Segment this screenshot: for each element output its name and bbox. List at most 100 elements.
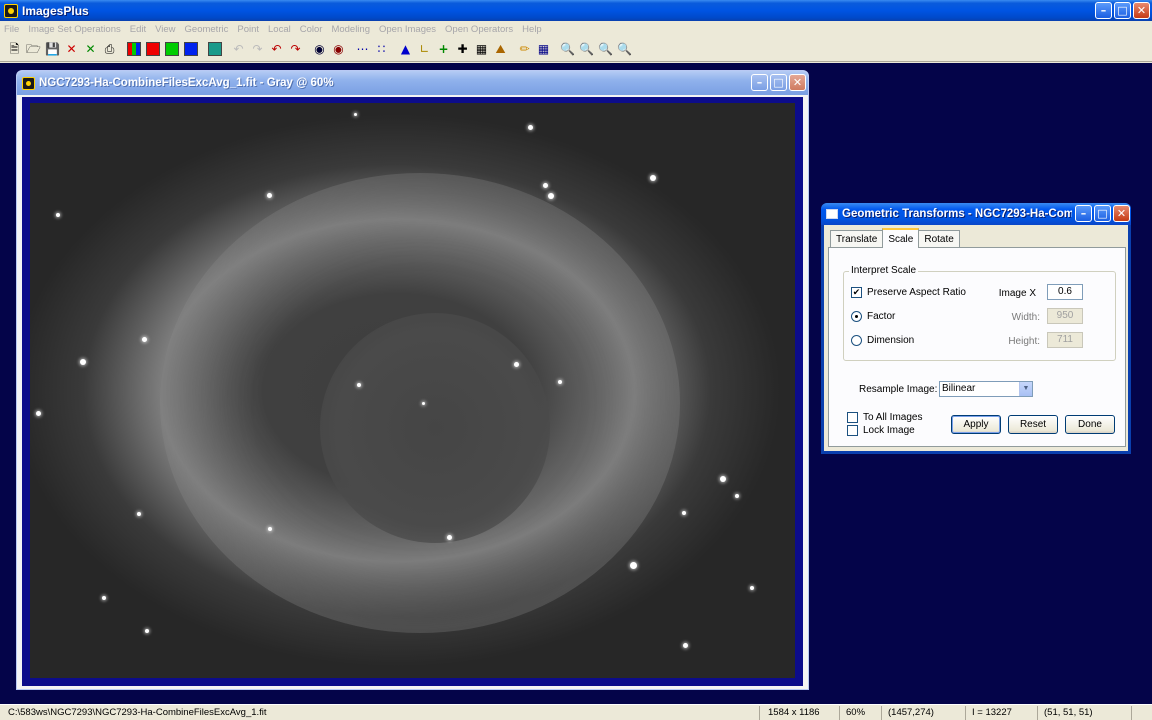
radio-selected-icon[interactable]: [851, 311, 862, 322]
star: [137, 512, 141, 516]
maximize-icon[interactable]: □: [1094, 205, 1111, 222]
minimize-icon[interactable]: –: [1075, 205, 1092, 222]
checkbox-unchecked-icon[interactable]: [847, 412, 858, 423]
nebula-image[interactable]: [30, 103, 795, 678]
close-image-icon[interactable]: ✕: [63, 41, 80, 58]
tab-rotate[interactable]: Rotate: [918, 230, 960, 247]
lock-image-checkbox[interactable]: Lock Image: [847, 425, 915, 436]
dimension-label: Dimension: [867, 335, 915, 346]
star: [422, 402, 425, 405]
open-folder-icon[interactable]: 🗁: [25, 41, 42, 58]
star: [102, 596, 106, 600]
image-icon[interactable]: ⛰: [492, 41, 509, 58]
preserve-aspect-checkbox[interactable]: ✔ Preserve Aspect Ratio: [851, 287, 966, 298]
menu-point[interactable]: Point: [237, 24, 259, 35]
status-cursor: (1457,274): [884, 706, 966, 720]
menu-image-set-operations[interactable]: Image Set Operations: [28, 24, 120, 35]
tab-translate[interactable]: Translate: [830, 230, 884, 247]
axis-icon[interactable]: ∟: [416, 41, 433, 58]
histogram-icon[interactable]: ◉: [311, 41, 328, 58]
star: [80, 359, 86, 365]
undo-icon[interactable]: ↶: [268, 41, 285, 58]
menu-geometric[interactable]: Geometric: [185, 24, 229, 35]
to-all-images-checkbox[interactable]: To All Images: [847, 412, 922, 423]
print-icon[interactable]: ⎙: [101, 41, 118, 58]
scatter-icon[interactable]: ∷: [373, 41, 390, 58]
star: [354, 113, 357, 116]
star: [735, 494, 739, 498]
app-titlebar: ImagesPlus – □ ✕: [0, 0, 1152, 21]
tab-scale[interactable]: Scale: [882, 228, 920, 248]
menu-view[interactable]: View: [155, 24, 175, 35]
new-file-icon[interactable]: 🗎: [6, 41, 23, 58]
close-icon[interactable]: ✕: [1113, 205, 1130, 222]
star: [447, 535, 452, 540]
zoom-icon[interactable]: 🔍: [559, 41, 576, 58]
checkbox-checked-icon[interactable]: ✔: [851, 287, 862, 298]
menu-modeling[interactable]: Modeling: [331, 24, 370, 35]
star: [514, 362, 519, 367]
green-channel-icon[interactable]: [163, 41, 180, 58]
maximize-icon[interactable]: □: [1114, 2, 1131, 19]
tab-strip: Translate Scale Rotate: [830, 228, 960, 248]
image-window-titlebar[interactable]: NGC7293-Ha-CombineFilesExcAvg_1.fit - Gr…: [17, 71, 808, 95]
resample-select[interactable]: Bilinear ▼: [939, 381, 1033, 397]
menu-color[interactable]: Color: [300, 24, 323, 35]
maximize-icon[interactable]: □: [770, 74, 787, 91]
app-window-controls: – □ ✕: [1095, 2, 1150, 19]
done-button[interactable]: Done: [1065, 415, 1115, 434]
zoom-out-icon[interactable]: 🔍: [597, 41, 614, 58]
redo-icon[interactable]: ↷: [287, 41, 304, 58]
red-channel-icon[interactable]: [144, 41, 161, 58]
pencil-icon[interactable]: ✏: [516, 41, 533, 58]
menu-local[interactable]: Local: [268, 24, 291, 35]
close-icon[interactable]: ✕: [1133, 2, 1150, 19]
zoom-in-icon[interactable]: 🔍: [578, 41, 595, 58]
status-dimensions: 1584 x 1186: [764, 706, 840, 720]
menu-help[interactable]: Help: [522, 24, 542, 35]
reset-button[interactable]: Reset: [1008, 415, 1058, 434]
app-title: ImagesPlus: [22, 3, 89, 18]
app-icon: [4, 3, 18, 18]
zoom-fit-icon[interactable]: 🔍: [616, 41, 633, 58]
close-icon[interactable]: ✕: [789, 74, 806, 91]
grid-table-icon[interactable]: ▦: [535, 41, 552, 58]
redo-disabled-icon: ↷: [252, 42, 263, 56]
menu-edit[interactable]: Edit: [130, 24, 146, 35]
dotted-line-icon[interactable]: ⋯: [354, 41, 371, 58]
menu-open-images[interactable]: Open Images: [379, 24, 436, 35]
save-icon[interactable]: 💾: [44, 41, 61, 58]
dimension-radio[interactable]: Dimension: [851, 335, 914, 346]
dialog-titlebar[interactable]: Geometric Transforms - NGC7293-Ha-Combi.…: [821, 203, 1131, 225]
blue-channel-icon[interactable]: [182, 41, 199, 58]
image-x-field[interactable]: 0.6: [1047, 284, 1083, 300]
star: [630, 562, 637, 569]
crosshair-icon[interactable]: ✚: [454, 41, 471, 58]
close-all-icon[interactable]: ✕: [82, 41, 99, 58]
menu-open-operators[interactable]: Open Operators: [445, 24, 513, 35]
minimize-icon[interactable]: –: [751, 74, 768, 91]
minimize-icon[interactable]: –: [1095, 2, 1112, 19]
levels-icon[interactable]: ◉: [330, 41, 347, 58]
menu-file[interactable]: File: [4, 24, 19, 35]
dialog-title: Geometric Transforms - NGC7293-Ha-Combi.…: [842, 208, 1072, 220]
star: [56, 213, 60, 217]
chevron-down-icon[interactable]: ▼: [1019, 382, 1032, 396]
dialog-icon: [826, 209, 838, 219]
triangle-icon[interactable]: ▲: [397, 41, 414, 58]
checkbox-unchecked-icon[interactable]: [847, 425, 858, 436]
rgb-channels-icon[interactable]: [125, 41, 142, 58]
status-bar: C:\583ws\NGC7293\NGC7293-Ha-CombineFiles…: [0, 704, 1152, 720]
geometric-transforms-dialog: Geometric Transforms - NGC7293-Ha-Combi.…: [821, 203, 1131, 454]
radio-unselected-icon[interactable]: [851, 335, 862, 346]
table-icon[interactable]: ▦: [473, 41, 490, 58]
apply-button[interactable]: Apply: [951, 415, 1001, 434]
star: [650, 175, 656, 181]
factor-radio[interactable]: Factor: [851, 311, 895, 322]
star: [682, 511, 686, 515]
grid-icon[interactable]: [206, 41, 223, 58]
plus-icon[interactable]: +: [435, 41, 452, 58]
star: [36, 411, 41, 416]
dialog-window-controls: – □ ✕: [1075, 205, 1130, 222]
star: [142, 337, 147, 342]
